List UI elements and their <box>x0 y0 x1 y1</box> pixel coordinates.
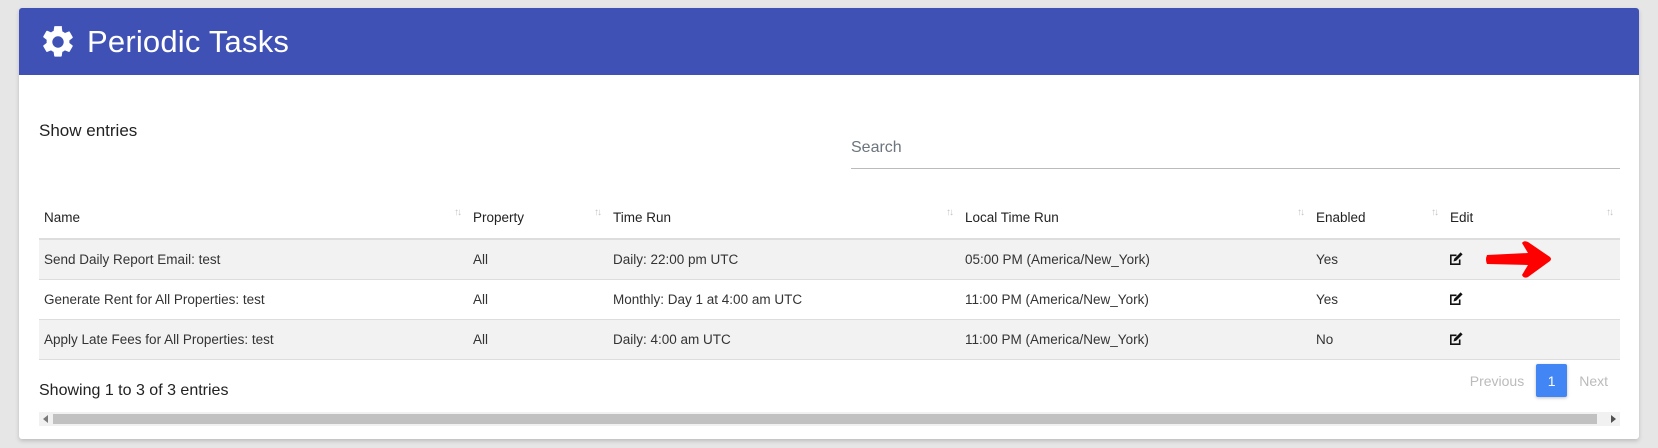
cell-name: Apply Late Fees for All Properties: test <box>39 319 468 360</box>
previous-button[interactable]: Previous <box>1459 373 1535 389</box>
pagination: Previous 1 Next <box>1459 364 1619 397</box>
cell-enabled: Yes <box>1311 279 1445 320</box>
periodic-tasks-card: Periodic Tasks Show entries Name↑↓ Prope… <box>19 8 1639 439</box>
cell-edit <box>1445 319 1620 360</box>
edit-icon[interactable] <box>1448 251 1464 267</box>
page-1-button[interactable]: 1 <box>1536 364 1568 397</box>
cell-time-run: Monthly: Day 1 at 4:00 am UTC <box>608 279 960 320</box>
table-header-row: Name ↑↓ Property ↑↓ Time Run ↑↓ Local Time … <box>39 197 1620 240</box>
sort-icon: ↑↓ <box>1431 207 1439 218</box>
column-header-property[interactable]: Property ↑↓ <box>468 197 608 240</box>
table-row: Generate Rent for All Properties: test A… <box>39 279 1620 320</box>
page-title: Periodic Tasks <box>87 23 290 59</box>
sort-icon: ↑↓ <box>1606 207 1614 218</box>
cell-local-time-run: 11:00 PM (America/New_York) <box>960 319 1311 360</box>
tasks-table: Name ↑↓ Property ↑↓ Time Run ↑↓ Local Time … <box>39 197 1620 360</box>
table-row: Send Daily Report Email: test All Daily:… <box>39 239 1620 280</box>
cell-name: Generate Rent for All Properties: test <box>39 279 468 320</box>
sort-icon: ↑↓ <box>454 207 462 218</box>
cell-name: Send Daily Report Email: test <box>39 239 468 280</box>
cell-local-time-run: 11:00 PM (America/New_York) <box>960 279 1311 320</box>
column-header-local-time-run[interactable]: Local Time Run ↑↓ <box>960 197 1311 240</box>
scroll-left-icon[interactable] <box>43 415 48 423</box>
column-header-enabled[interactable]: Enabled ↑↓ <box>1311 197 1445 240</box>
cell-enabled: No <box>1311 319 1445 360</box>
edit-icon[interactable] <box>1448 331 1464 347</box>
cell-time-run: Daily: 4:00 am UTC <box>608 319 960 360</box>
cell-local-time-run: 05:00 PM (America/New_York) <box>960 239 1311 280</box>
horizontal-scrollbar[interactable] <box>39 412 1620 426</box>
column-header-name[interactable]: Name ↑↓ <box>39 197 468 240</box>
search-input[interactable] <box>851 125 1620 168</box>
show-entries-label: Show entries <box>39 121 138 140</box>
cell-enabled: Yes <box>1311 239 1445 280</box>
sort-icon: ↑↓ <box>594 207 602 218</box>
column-header-edit[interactable]: Edit ↑↓ <box>1445 197 1620 240</box>
gear-icon <box>43 25 73 57</box>
edit-icon[interactable] <box>1448 291 1464 307</box>
cell-property: All <box>468 319 608 360</box>
card-header: Periodic Tasks <box>19 8 1639 75</box>
sort-icon: ↑↓ <box>946 207 954 218</box>
column-header-time-run[interactable]: Time Run ↑↓ <box>608 197 960 240</box>
scroll-right-icon[interactable] <box>1611 415 1616 423</box>
table-row: Apply Late Fees for All Properties: test… <box>39 319 1620 360</box>
table-info: Showing 1 to 3 of 3 entries <box>39 382 229 399</box>
scrollbar-thumb[interactable] <box>53 414 1597 424</box>
search-field <box>851 125 1620 169</box>
cell-property: All <box>468 279 608 320</box>
sort-icon: ↑↓ <box>1297 207 1305 218</box>
cell-edit <box>1445 279 1620 320</box>
red-arrow-icon <box>1486 241 1551 278</box>
next-button[interactable]: Next <box>1568 373 1619 389</box>
cell-time-run: Daily: 22:00 pm UTC <box>608 239 960 280</box>
cell-property: All <box>468 239 608 280</box>
